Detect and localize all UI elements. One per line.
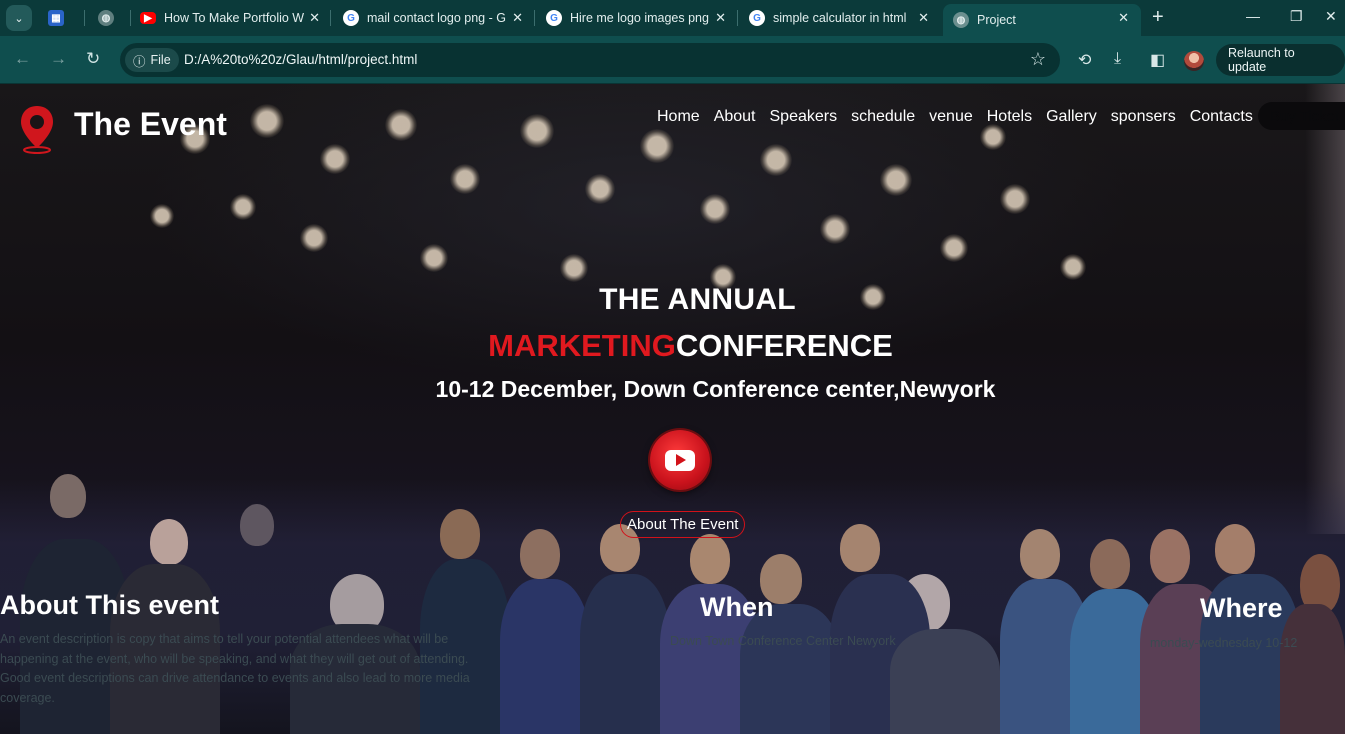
globe-icon: ◍ <box>98 10 114 26</box>
tab-title: simple calculator in html <box>773 11 907 25</box>
where-section-title: Where <box>1200 593 1283 623</box>
google-icon: G <box>749 10 765 26</box>
google-icon: G <box>546 10 562 26</box>
extension-icon[interactable]: ⟲ <box>1078 50 1091 70</box>
nav-hotels[interactable]: Hotels <box>987 108 1032 126</box>
nav-contacts[interactable]: Contacts <box>1190 108 1253 126</box>
about-event-button[interactable]: About The Event <box>620 511 746 538</box>
relaunch-button[interactable]: Relaunch to update <box>1216 44 1345 76</box>
close-icon[interactable]: ✕ <box>1118 10 1129 26</box>
nav-gallery[interactable]: Gallery <box>1046 108 1097 126</box>
tab-calculator[interactable]: G simple calculator in html ✕ <box>749 4 929 32</box>
profile-avatar[interactable] <box>1184 51 1204 71</box>
minimize-button[interactable]: — <box>1246 8 1260 24</box>
globe-icon: ◍ <box>953 12 969 28</box>
where-section-text: monday-wednesday 10-12 <box>1150 636 1298 650</box>
about-section-title: About This event <box>0 590 220 620</box>
site-brand[interactable]: The Event <box>74 106 227 143</box>
download-icon[interactable]: ⤓ <box>1114 50 1121 68</box>
tab-title: Project <box>977 13 1016 27</box>
tab-pinned-globe[interactable]: ◍ <box>98 4 126 32</box>
play-video-button[interactable] <box>650 430 710 490</box>
new-tab-button[interactable]: + <box>1152 6 1164 29</box>
restore-button[interactable]: ❐ <box>1290 8 1303 25</box>
tab-title: Hire me logo images png <box>570 11 709 25</box>
hero-date-location: 10-12 December, Down Conference center,N… <box>435 376 996 402</box>
nav-speakers[interactable]: Speakers <box>770 108 838 126</box>
main-nav: Home About Speakers schedule venue Hotel… <box>657 108 1253 126</box>
nav-home[interactable]: Home <box>657 108 700 126</box>
close-icon[interactable]: ✕ <box>512 10 523 26</box>
hero-title-line1: THE ANNUAL <box>599 283 796 316</box>
tab-mail-logo[interactable]: G mail contact logo png - G ✕ <box>343 4 523 32</box>
forward-arrow-icon[interactable]: → <box>50 49 67 69</box>
address-bar[interactable]: ⓘ File D:/A%20to%20z/Glau/html/project.h… <box>120 43 1060 77</box>
nav-schedule[interactable]: schedule <box>851 108 915 126</box>
hero-title-rest: CONFERENCE <box>675 328 893 363</box>
bookmark-star-icon[interactable]: ☆ <box>1030 49 1046 70</box>
nav-venue[interactable]: venue <box>929 108 973 126</box>
tab-hire-me[interactable]: G Hire me logo images png ✕ <box>546 4 726 32</box>
tab-title: How To Make Portfolio W <box>164 11 304 25</box>
reload-icon[interactable]: ↻ <box>86 49 100 69</box>
hero-highlight: MARKETING <box>488 328 676 363</box>
nav-sponsers[interactable]: sponsers <box>1111 108 1176 126</box>
tab-search-button[interactable]: ⌄ <box>6 5 32 31</box>
when-section-title: When <box>700 592 774 622</box>
tab-youtube[interactable]: ▶ How To Make Portfolio W ✕ <box>140 4 320 32</box>
hero-title-line2: MARKETINGCONFERENCE <box>0 328 1345 364</box>
close-icon[interactable]: ✕ <box>309 10 320 26</box>
about-section-text: An event description is copy that aims t… <box>0 632 470 705</box>
youtube-icon: ▶ <box>140 12 156 24</box>
chevron-down-icon: ⌄ <box>14 12 24 25</box>
tab-title: mail contact logo png - G <box>367 11 506 25</box>
side-panel-icon[interactable]: ◧ <box>1150 50 1165 70</box>
url-text[interactable]: D:/A%20to%20z/Glau/html/project.html <box>184 52 417 67</box>
chip-label: File <box>150 53 171 67</box>
tab-pinned-calendar[interactable]: ▦ <box>48 4 76 32</box>
browser-toolbar: ← → ↻ ⓘ File D:/A%20to%20z/Glau/html/pro… <box>0 36 1345 84</box>
back-arrow-icon[interactable]: ← <box>14 49 31 69</box>
window-close-button[interactable]: ✕ <box>1325 8 1337 25</box>
info-icon: ⓘ <box>133 54 146 69</box>
buy-ticket-button[interactable]: Buy Ticket <box>1258 102 1345 130</box>
calendar-icon: ▦ <box>48 10 64 26</box>
tab-strip: ⌄ ▦ ◍ ▶ How To Make Portfolio W ✕ G mail… <box>0 0 1345 36</box>
plus-icon: + <box>1152 6 1164 28</box>
close-icon[interactable]: ✕ <box>918 10 929 26</box>
map-pin-logo-icon <box>21 106 53 154</box>
when-section-text: Down Town Conference Center Newyork <box>670 634 896 648</box>
google-icon: G <box>343 10 359 26</box>
close-icon[interactable]: ✕ <box>715 10 726 26</box>
youtube-play-icon <box>665 449 695 471</box>
page-viewport: The Event Home About Speakers schedule v… <box>0 84 1345 734</box>
nav-about[interactable]: About <box>714 108 756 126</box>
site-info-chip[interactable]: ⓘ File <box>125 48 179 72</box>
relaunch-label: Relaunch to update <box>1228 46 1295 74</box>
tab-project[interactable]: ◍ Project ✕ <box>943 4 1141 36</box>
